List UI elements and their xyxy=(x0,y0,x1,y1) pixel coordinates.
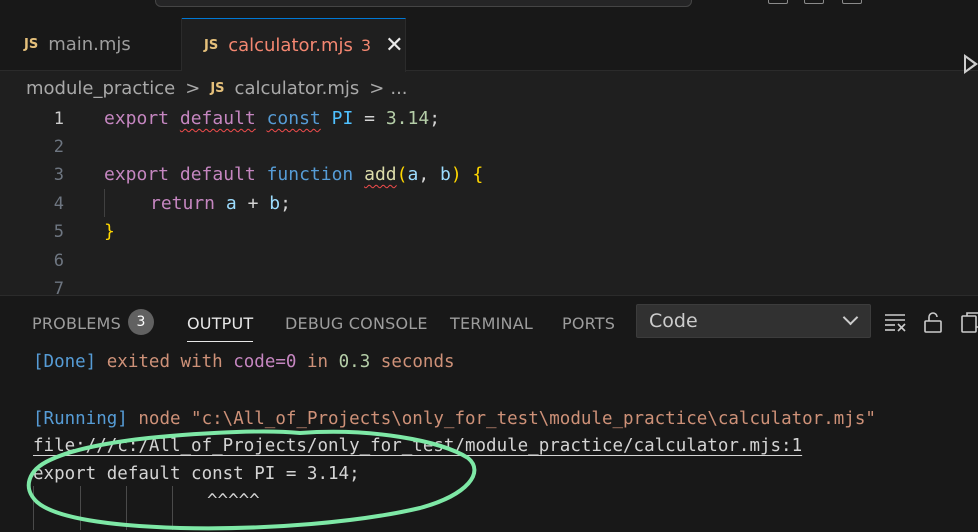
breadcrumb-symbol[interactable]: ... xyxy=(390,78,407,99)
output-line: [Done] exited with code=0 in 0.3 seconds xyxy=(33,352,455,372)
tab-problems[interactable]: PROBLEMS xyxy=(32,314,121,333)
line-number: 2 xyxy=(53,136,64,157)
line-number: 3 xyxy=(53,164,64,185)
code-line: 3 export default function add(a, b) { xyxy=(0,160,978,189)
code-line: 5 } xyxy=(0,217,978,246)
close-icon[interactable]: ✕ xyxy=(385,34,403,57)
javascript-file-icon: JS xyxy=(24,37,39,52)
editor-tab-bar: JS main.mjs JS calculator.mjs 3 ✕ xyxy=(0,18,978,74)
output-view[interactable]: [Done] exited with code=0 in 0.3 seconds… xyxy=(0,348,978,532)
code-text: } xyxy=(104,221,115,242)
open-in-editor-icon[interactable] xyxy=(958,310,978,334)
line-number: 6 xyxy=(53,250,64,271)
breadcrumb: module_practice > JS calculator.mjs > ..… xyxy=(26,72,408,104)
output-line: export default const PI = 3.14; xyxy=(33,464,360,484)
breadcrumb-file[interactable]: calculator.mjs xyxy=(235,78,360,99)
bottom-panel: PROBLEMS 3 OUTPUT DEBUG CONSOLE TERMINAL… xyxy=(0,295,978,532)
output-channel-value: Code xyxy=(649,310,698,332)
layout-toggle-icon[interactable] xyxy=(768,0,788,4)
run-play-icon[interactable] xyxy=(964,54,978,74)
indent-guide xyxy=(80,486,81,530)
chevron-down-icon xyxy=(842,309,859,326)
layout-toggle-icon[interactable] xyxy=(842,0,862,4)
output-line: ^^^^^ xyxy=(207,491,260,511)
code-line: 7 xyxy=(0,274,978,296)
indent-guide xyxy=(172,486,173,530)
tab-output[interactable]: OUTPUT xyxy=(187,314,254,342)
javascript-file-icon: JS xyxy=(204,38,219,53)
clear-output-icon[interactable] xyxy=(883,310,907,334)
code-text: return a + b; xyxy=(150,193,291,214)
chevron-right-icon: > xyxy=(185,77,201,99)
tab-terminal[interactable]: TERMINAL xyxy=(450,314,533,333)
command-center-search[interactable] xyxy=(155,0,692,7)
problems-count-badge: 3 xyxy=(128,309,154,335)
output-line: [Running] node "c:\All_of_Projects\only_… xyxy=(33,409,876,429)
output-file-link[interactable]: file:///c:/All_of_Projects/only_for_test… xyxy=(33,432,802,460)
panel-tab-bar: PROBLEMS 3 OUTPUT DEBUG CONSOLE TERMINAL… xyxy=(0,296,978,348)
code-line: 1 export default const PI = 3.14; xyxy=(0,104,978,133)
tab-ports[interactable]: PORTS xyxy=(562,314,615,333)
code-text: export default const PI = 3.14; xyxy=(104,108,441,129)
code-line: 2 xyxy=(0,132,978,161)
javascript-file-icon: JS xyxy=(210,80,225,96)
chevron-right-icon: > xyxy=(369,77,385,99)
tab-label: main.mjs xyxy=(48,34,131,55)
layout-toggle-icon[interactable] xyxy=(804,0,824,4)
lock-scroll-icon[interactable] xyxy=(921,310,945,334)
tab-calculator-mjs[interactable]: JS calculator.mjs 3 ✕ xyxy=(182,18,406,72)
indent-guide xyxy=(104,189,105,217)
tab-main-mjs[interactable]: JS main.mjs xyxy=(0,18,182,71)
line-number: 7 xyxy=(53,278,64,296)
breadcrumb-folder[interactable]: module_practice xyxy=(26,78,175,99)
tab-label: calculator.mjs xyxy=(228,35,353,56)
output-channel-select[interactable]: Code xyxy=(636,304,871,338)
indent-guide xyxy=(126,486,127,530)
code-line: 6 xyxy=(0,246,978,275)
line-number: 1 xyxy=(53,108,64,129)
tab-debug-console[interactable]: DEBUG CONSOLE xyxy=(285,314,428,333)
code-text: export default function add(a, b) { xyxy=(104,164,484,185)
code-line: 4 return a + b; xyxy=(0,189,978,218)
problem-count-badge: 3 xyxy=(360,36,372,55)
title-bar xyxy=(0,0,978,18)
code-editor[interactable]: 1 export default const PI = 3.14; 2 3 ex… xyxy=(0,104,978,295)
line-number: 4 xyxy=(53,193,64,214)
indent-guide xyxy=(33,486,34,530)
line-number: 5 xyxy=(53,221,64,242)
